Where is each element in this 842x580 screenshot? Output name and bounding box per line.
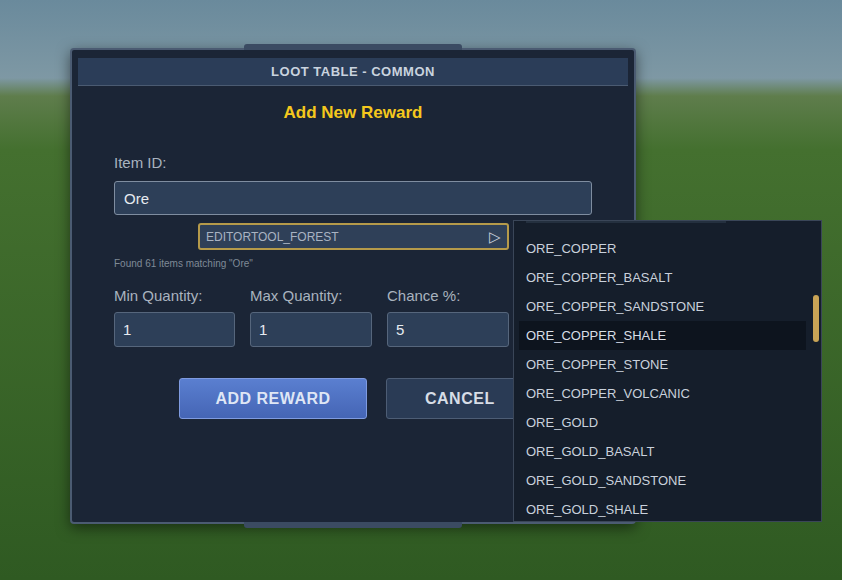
quantity-field: Chance %: — [387, 287, 509, 347]
dropdown-item[interactable]: ORE_COPPER_VOLCANIC — [519, 379, 806, 408]
dropdown-item[interactable]: ORE_COPPER_SANDSTONE — [519, 292, 806, 321]
field-input[interactable] — [250, 312, 372, 347]
field-label: Chance %: — [387, 287, 509, 305]
suggestion-text: EDITORTOOL_FOREST — [206, 228, 339, 246]
scroll-track — [813, 225, 819, 515]
quantity-field: Max Quantity: — [250, 287, 372, 347]
dropdown-list: ORE_COPPERORE_COPPER_BASALTORE_COPPER_SA… — [514, 221, 821, 522]
top-ornament — [244, 44, 462, 50]
dropdown-item[interactable]: ORE_GOLD_SANDSTONE — [519, 466, 806, 495]
game-screen: LOOT TABLE - COMMON Add New Reward Item … — [0, 0, 842, 580]
dialog-title: LOOT TABLE - COMMON — [271, 62, 435, 82]
add-reward-button[interactable]: ADD REWARD — [179, 378, 367, 419]
quantity-field: Min Quantity: — [114, 287, 235, 347]
item-id-label: Item ID: — [114, 154, 592, 172]
dialog-heading: Add New Reward — [284, 103, 423, 123]
dropdown-item[interactable]: ORE_COPPER_STONE — [519, 350, 806, 379]
dropdown-item[interactable]: ORE_COPPER_BASALT — [519, 263, 806, 292]
item-id-input[interactable] — [114, 181, 592, 215]
play-icon: ▷ — [489, 229, 501, 244]
dialog-header: LOOT TABLE - COMMON — [78, 58, 628, 86]
field-input[interactable] — [387, 312, 509, 347]
dropdown-item[interactable]: ORE_GOLD — [519, 408, 806, 437]
cut-row — [526, 220, 726, 223]
field-label: Max Quantity: — [250, 287, 372, 305]
dropdown-item[interactable]: ORE_GOLD_SHALE — [519, 495, 806, 522]
field-label: Min Quantity: — [114, 287, 235, 305]
bottom-ornament — [244, 522, 462, 528]
suggestion-dropdown[interactable]: ORE_COPPERORE_COPPER_BASALTORE_COPPER_SA… — [513, 220, 822, 522]
suggestion-button[interactable]: EDITORTOOL_FOREST ▷ — [198, 223, 509, 250]
dropdown-item[interactable]: ORE_GOLD_BASALT — [519, 437, 806, 466]
dropdown-item[interactable]: ORE_COPPER — [519, 234, 806, 263]
field-input[interactable] — [114, 312, 235, 347]
scroll-thumb[interactable] — [813, 295, 819, 342]
dropdown-item[interactable]: ORE_COPPER_SHALE — [519, 321, 806, 350]
